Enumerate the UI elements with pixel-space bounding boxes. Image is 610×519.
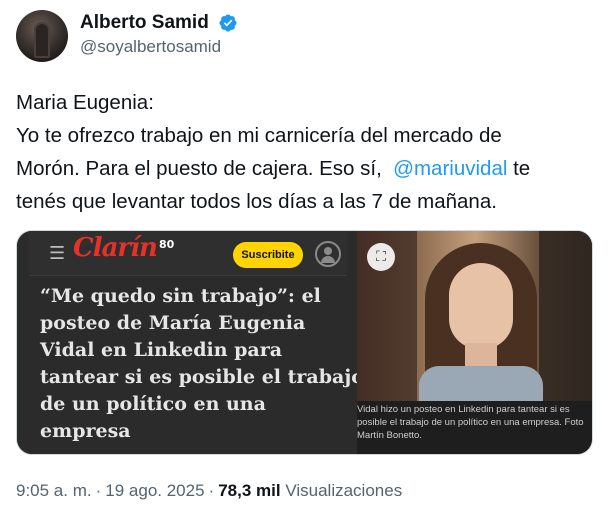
tweet-text: Maria Eugenia: Yo te ofrezco trabajo en … <box>16 86 596 218</box>
tweet-line: tenés que levantar todos los días a las … <box>16 190 497 213</box>
avatar[interactable] <box>16 10 68 62</box>
tweet-meta: 9:05 a. m. · 19 ago. 2025 · 78,3 mil Visuali… <box>16 481 402 501</box>
tweet-date[interactable]: 19 ago. 2025 <box>105 481 204 500</box>
expand-icon: ⛶ <box>367 243 395 271</box>
hamburger-icon: ☰ <box>49 243 66 264</box>
tweet-line: Maria Eugenia: <box>16 91 154 114</box>
separator: · <box>208 481 215 500</box>
tweet-line-part: te <box>507 157 531 180</box>
article-photo: ⛶ <box>357 231 592 401</box>
verified-badge-icon <box>219 14 237 32</box>
photo-face <box>449 263 513 349</box>
tweet-line: Morón. Para el puesto de cajera. Eso sí,… <box>16 152 596 185</box>
subscribe-button: Suscribite <box>233 242 303 268</box>
screenshot-left-panel: ☰ Clarín 80 Suscribite “Me quedo sin tra… <box>17 231 364 454</box>
separator: · <box>95 481 102 500</box>
photo-caption: Vidal hizo un posteo en Linkedin para ta… <box>357 403 592 442</box>
tweet-line: Yo te ofrezco trabajo en mi carnicería d… <box>16 124 502 147</box>
media-card[interactable]: ☰ Clarín 80 Suscribite “Me quedo sin tra… <box>16 230 593 455</box>
tweet-line-part: Morón. Para el puesto de cajera. Eso sí, <box>16 157 394 180</box>
site-logo: Clarín <box>73 233 158 263</box>
user-icon <box>315 241 341 267</box>
screenshot-right-panel: ⛶ Vidal hizo un posteo en Linkedin para … <box>357 231 592 454</box>
views-label: Visualizaciones <box>285 481 403 500</box>
photo-shirt <box>419 366 543 401</box>
headline-line: “Me quedo sin trabajo”: el <box>40 285 321 307</box>
caption-line: posible el trabajo de un político en una… <box>357 417 584 428</box>
clarin-header-bar: ☰ Clarín 80 Suscribite <box>29 231 347 276</box>
handle[interactable]: @soyalbertosamid <box>80 37 238 57</box>
photo-bg-right <box>539 231 592 401</box>
article-headline: “Me quedo sin trabajo”: el posteo de Mar… <box>40 283 364 445</box>
caption-line: Martín Bonetto. <box>357 430 422 441</box>
headline-line: empresa <box>40 420 131 442</box>
headline-line: Vidal en Linkedin para <box>40 339 283 361</box>
author-names: Alberto Samid @soyalbertosamid <box>80 12 238 57</box>
mention-link[interactable]: @mariuvidal <box>393 157 507 180</box>
display-name[interactable]: Alberto Samid <box>80 12 209 34</box>
tweet-header: Alberto Samid @soyalbertosamid <box>16 10 596 64</box>
logo-badge: 80 <box>159 238 175 251</box>
headline-line: posteo de María Eugenia <box>40 312 306 334</box>
headline-line: de un político en una <box>40 393 266 415</box>
headline-line: tantear si es posible el trabajo <box>40 366 364 388</box>
tweet-time[interactable]: 9:05 a. m. <box>16 481 92 500</box>
caption-line: Vidal hizo un posteo en Linkedin para ta… <box>357 404 570 415</box>
avatar-figure <box>34 22 50 58</box>
views-count: 78,3 mil <box>218 481 281 500</box>
